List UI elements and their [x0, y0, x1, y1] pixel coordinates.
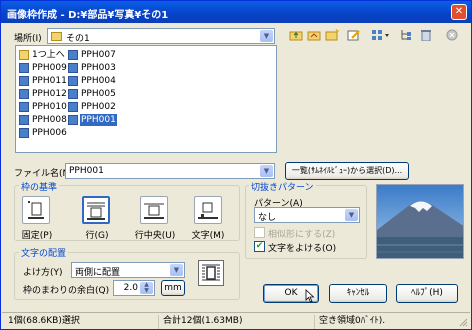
tree-icon[interactable]	[399, 29, 413, 41]
margin-spinner[interactable]: 2.0 ▲ ▼	[113, 280, 155, 296]
chevron-down-icon[interactable]: ▼	[345, 209, 358, 221]
dialog-window: 画像枠作成 - D:¥部品¥写真¥その1 ✕ 場所(I) その1 ▼ 1つ上へ …	[0, 0, 472, 330]
frame-character-icon	[198, 202, 218, 219]
list-item-label: PPH009	[32, 63, 67, 73]
status-selection: 1個(68.6KB)選択	[8, 316, 80, 326]
resize-grip-icon[interactable]	[458, 317, 468, 327]
avoid-text-checkbox[interactable]: ✔	[254, 241, 265, 252]
frame-line-icon	[87, 202, 105, 220]
folder-icon	[51, 32, 62, 41]
image-file-icon	[19, 128, 29, 138]
image-file-icon	[68, 50, 78, 60]
frame-fixed-button[interactable]	[22, 196, 50, 224]
pattern-combobox[interactable]: なし ▼	[254, 207, 360, 223]
list-item-label: PPH003	[81, 63, 116, 73]
frame-line-center-icon	[144, 203, 164, 219]
edit-icon[interactable]	[347, 29, 361, 41]
text-wrap-preview-icon	[198, 260, 224, 286]
frame-line-label: 行(G)	[85, 231, 109, 241]
list-item-label: PPH004	[81, 76, 116, 86]
up-folder-icon[interactable]	[289, 29, 303, 41]
image-file-icon	[68, 63, 78, 73]
frame-character-button[interactable]	[194, 196, 222, 224]
mouse-cursor-icon	[305, 289, 315, 303]
preview-image	[376, 184, 464, 259]
location-combobox[interactable]: その1 ▼	[47, 28, 275, 44]
list-item-label: PPH006	[32, 128, 67, 138]
help-button[interactable]: ﾍﾙﾌﾟ(H)	[396, 284, 458, 303]
list-item-label: PPH010	[32, 102, 67, 112]
list-item-label: PPH002	[81, 102, 116, 112]
image-file-icon	[19, 76, 29, 86]
frame-fixed-label: 固定(P)	[21, 231, 53, 241]
file-list[interactable]: 1つ上へ PPH009 PPH011 PPH012 PPH010 PPH008 …	[15, 45, 277, 153]
chevron-down-icon[interactable]: ▼	[170, 264, 183, 276]
list-item-label: PPH001	[80, 114, 117, 126]
list-item-label: PPH012	[32, 89, 67, 99]
window-title: 画像枠作成 - D:¥部品¥写真¥その1	[7, 10, 169, 21]
similar-shape-checkbox[interactable]	[254, 227, 265, 238]
cutout-pattern-title: 切抜きパターン	[249, 180, 316, 193]
image-file-icon	[19, 63, 29, 73]
status-bar: 1個(68.6KB)選択 合計12個(1.63MB) 空き領域0ﾊﾞｲﾄ).	[2, 312, 470, 329]
status-total: 合計12個(1.63MB)	[158, 315, 242, 329]
frame-basis-title: 枠の基準	[19, 180, 60, 193]
title-bar: 画像枠作成 - D:¥部品¥写真¥その1 ✕	[1, 1, 471, 23]
frame-line-button[interactable]	[82, 196, 110, 224]
list-item-label: PPH011	[32, 76, 67, 86]
image-file-icon	[19, 115, 29, 125]
select-from-list-button[interactable]: 一覧(ｻﾑﾈｲﾙﾋﾞｭｰ)から選択(D)...	[285, 162, 409, 180]
pattern-value: なし	[258, 213, 277, 223]
margin-label: 枠のまわりの余白(Q)	[23, 286, 110, 296]
frame-fixed-icon	[28, 201, 44, 219]
location-label: 場所(I)	[14, 34, 42, 44]
list-item-label: PPH008	[32, 115, 67, 125]
home-folder-icon[interactable]	[307, 29, 321, 41]
up-folder-icon	[19, 50, 29, 60]
frame-character-label: 文字(M)	[191, 231, 225, 241]
delete-icon[interactable]	[419, 29, 433, 42]
avoid-method-combobox[interactable]: 両側に配置 ▼	[71, 262, 185, 278]
image-file-icon	[19, 89, 29, 99]
avoid-text-label: 文字をよける(O)	[268, 244, 337, 254]
chevron-down-icon[interactable]: ▼	[260, 30, 273, 42]
image-file-icon	[68, 115, 78, 125]
spinner-icon[interactable]: ▲ ▼	[140, 282, 153, 294]
image-file-icon	[19, 102, 29, 112]
image-file-icon	[68, 89, 78, 99]
status-free-space: 空き領域0ﾊﾞｲﾄ).	[314, 315, 385, 329]
list-item-label: 1つ上へ	[32, 50, 65, 60]
image-file-icon	[68, 102, 78, 112]
list-item-label: PPH007	[81, 50, 116, 60]
text-layout-title: 文字の配置	[19, 246, 69, 259]
filename-label: ファイル名(N)	[14, 169, 73, 179]
filename-value: PPH001	[69, 166, 104, 176]
close-button[interactable]: ✕	[451, 4, 467, 20]
margin-value: 2.0	[123, 283, 138, 293]
frame-line-center-button[interactable]	[140, 196, 168, 224]
unit-button[interactable]: mm	[161, 280, 185, 296]
list-item-label: PPH005	[81, 89, 116, 99]
new-folder-icon[interactable]	[325, 28, 339, 41]
filename-combobox[interactable]: PPH001 ▼	[65, 163, 275, 179]
avoid-method-value: 両側に配置	[75, 268, 121, 278]
cancel-button[interactable]: ｷｬﾝｾﾙ	[329, 284, 387, 303]
avoid-method-label: よけ方(Y)	[23, 268, 63, 278]
stop-icon[interactable]	[445, 29, 459, 41]
similar-shape-label: 相似形にする(Z)	[268, 230, 336, 240]
chevron-down-icon[interactable]: ▼	[260, 165, 273, 177]
view-options-icon[interactable]	[371, 29, 391, 41]
location-value: その1	[66, 34, 90, 44]
image-file-icon	[68, 76, 78, 86]
frame-line-center-label: 行中央(U)	[134, 231, 176, 241]
